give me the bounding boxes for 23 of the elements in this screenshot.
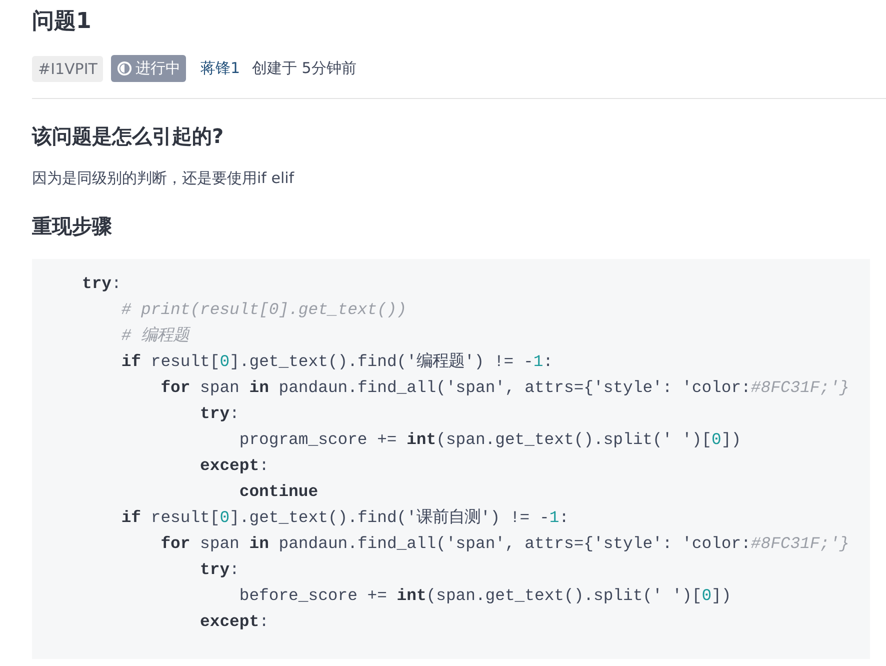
code-line: except: [199,611,269,633]
progress-icon [117,61,132,76]
code-line: continue [238,481,318,503]
created-time: 创建于 5分钟前 [252,59,356,78]
code-line: try: [199,403,240,425]
code-line: try: [82,273,122,295]
code-line: before_score += int(span.get_text().split(' ')[0]) [238,585,732,607]
code-line: if result[0].get_text().find('课前自测') != -1: [120,507,570,529]
section-heading: 该问题是怎么引起的? [32,123,225,150]
code-line: for span in pandaun.find_all('span', attrs={'style': 'color:#8FC31F;'} [160,533,850,555]
code-line: if result[0].get_text().find('编程题') != -1: [120,351,554,373]
code-line: except: [199,455,269,477]
section-text: 因为是同级别的判断，还是要使用if elif [32,168,296,189]
author-link[interactable]: 蒋锋1 [200,59,240,78]
issue-title: 问题1 [32,8,92,36]
section-heading: 重现步骤 [32,213,113,240]
code-line: # 编程题 [120,325,190,347]
code-line: program_score += int(span.get_text().split(' ')[0]) [238,429,742,451]
code-line: # print(result[0].get_text()) [120,299,407,321]
status-badge: 进行中 [111,55,186,82]
code-line: for span in pandaun.find_all('span', attrs={'style': 'color:#8FC31F;'} [160,377,850,399]
issue-id: #I1VPIT [32,56,104,82]
code-line: try: [199,559,240,581]
